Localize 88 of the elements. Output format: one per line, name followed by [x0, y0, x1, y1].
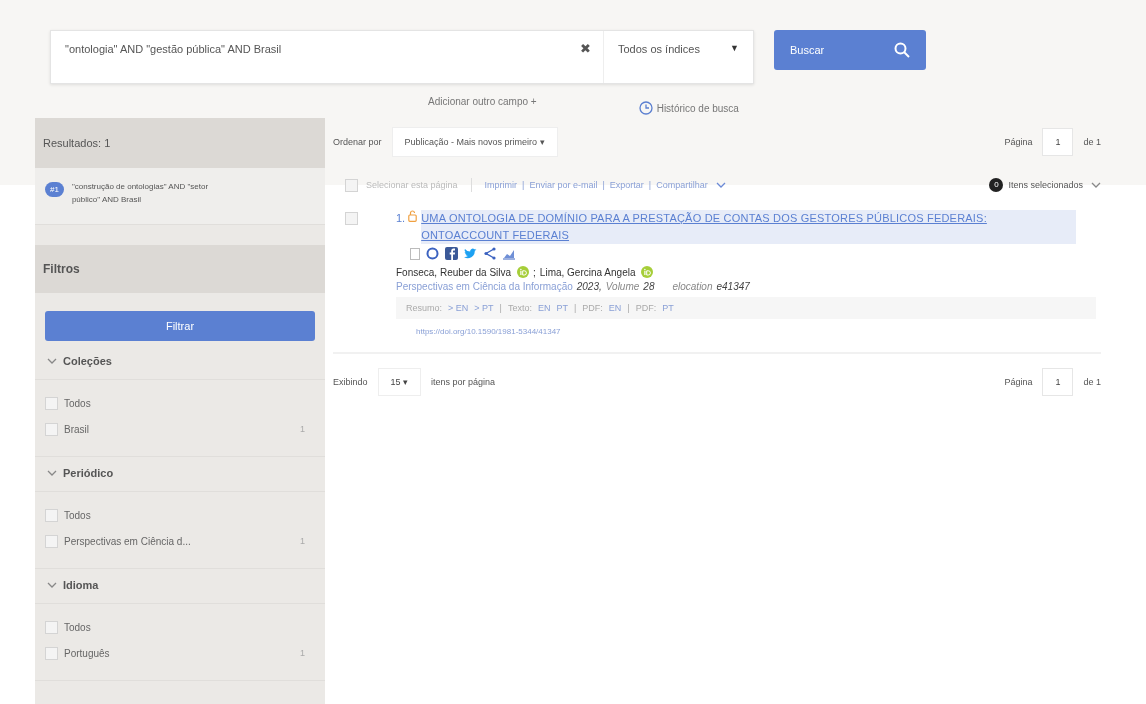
- sort-dropdown[interactable]: Publicação - Mais novos primeiro ▾: [391, 127, 558, 157]
- volume-number: 28: [643, 281, 655, 292]
- caret-icon: ▼: [730, 43, 739, 83]
- page-label: Página: [1004, 137, 1033, 147]
- action-link[interactable]: Enviar por e-mail: [529, 180, 598, 190]
- history-query: "construção de ontologias" AND "setor público" AND Brasil: [71, 181, 210, 206]
- doi-link[interactable]: https://doi.org/10.1590/1981-5344/41347: [416, 327, 1101, 336]
- circle-icon: [426, 247, 439, 260]
- volume-label: Volume: [605, 281, 640, 292]
- page-label: Página: [1004, 377, 1033, 387]
- checkbox[interactable]: [345, 178, 358, 192]
- result-number: 1.: [396, 211, 406, 226]
- separator: |: [627, 303, 630, 313]
- filter-group-header[interactable]: Idioma: [35, 569, 325, 604]
- search-button[interactable]: Buscar: [774, 30, 926, 70]
- filter-option[interactable]: Todos: [64, 621, 315, 633]
- clock-icon: [638, 101, 653, 115]
- search-icon: [894, 42, 910, 58]
- per-page-label: itens por página: [431, 377, 496, 387]
- checkbox[interactable]: [45, 534, 58, 548]
- separator: |: [573, 303, 577, 313]
- selected-items-label[interactable]: Itens selecionados: [1008, 180, 1083, 190]
- separator: ;: [533, 266, 536, 278]
- facebook-icon: [445, 247, 458, 260]
- format-label: PDF:: [582, 303, 603, 313]
- elocation-value: e41347: [716, 281, 750, 292]
- format-label: PDF:: [635, 303, 657, 313]
- open-lock-icon: [408, 210, 418, 222]
- history-link[interactable]: Histórico de busca: [638, 96, 739, 120]
- publication-year: 2023,: [576, 281, 602, 292]
- query-badge: #1: [45, 182, 64, 197]
- per-page-dropdown[interactable]: 15 ▾: [377, 368, 422, 396]
- orcid-icon: [641, 266, 654, 278]
- filter-option[interactable]: Brasil: [64, 423, 294, 435]
- filter-option[interactable]: Todos: [64, 397, 315, 409]
- share-icon: [483, 247, 496, 260]
- language-link[interactable]: EN: [608, 303, 622, 313]
- page-total: de 1: [1083, 137, 1101, 147]
- option-count: 1: [300, 536, 305, 546]
- orcid-icon: [517, 266, 530, 278]
- action-link[interactable]: Exportar: [609, 180, 644, 190]
- history-item[interactable]: #1 "construção de ontologias" AND "setor público" AND Brasil: [35, 168, 325, 225]
- sort-label: Ordenar por: [333, 137, 382, 147]
- journal-link[interactable]: Perspectivas em Ciência da Informação: [396, 281, 573, 292]
- chevron-icon: [715, 181, 726, 189]
- format-label: Texto:: [507, 303, 532, 313]
- index-dropdown[interactable]: Todos os índices ▼: [603, 31, 753, 83]
- add-field-link[interactable]: Adicionar outro campo +: [428, 96, 537, 120]
- format-label: Resumo:: [406, 303, 442, 313]
- selected-count-badge: 0: [989, 178, 1004, 192]
- separator: |: [522, 180, 525, 190]
- checkbox[interactable]: [45, 646, 58, 660]
- action-link[interactable]: Imprimir: [484, 180, 518, 190]
- filter-option[interactable]: Todos: [64, 509, 315, 521]
- separator: |: [499, 303, 502, 313]
- checkbox[interactable]: [45, 396, 58, 410]
- page-field[interactable]: 1: [1042, 128, 1074, 156]
- checkbox[interactable]: [45, 508, 58, 522]
- result-title-link[interactable]: UMA ONTOLOGIA DE DOMÍNIO PARA A PRESTAÇÃO DE CONTAS DOS GESTORES PÚBLICOS FEDERAIS: ONTOACCOUNT FEDERAIS: [421, 210, 1076, 244]
- separator: |: [648, 180, 652, 190]
- elocation-label: elocation: [672, 281, 713, 292]
- action-link[interactable]: Compartilhar: [656, 180, 708, 190]
- show-label: Exibindo: [333, 377, 368, 387]
- filter-option[interactable]: Português: [64, 647, 294, 659]
- results-count: Resultados: 1: [35, 118, 325, 168]
- checkbox[interactable]: [45, 422, 58, 436]
- page-field[interactable]: 1: [1042, 368, 1074, 396]
- language-link[interactable]: > EN: [448, 303, 469, 313]
- page-total: de 1: [1083, 377, 1101, 387]
- filter-option[interactable]: Perspectivas em Ciência d...: [64, 535, 294, 547]
- document-icon: [410, 247, 420, 260]
- checkbox[interactable]: [345, 212, 358, 225]
- author-name: Fonseca, Reuber da Silva: [396, 266, 512, 278]
- clear-button[interactable]: ✖: [568, 31, 603, 56]
- filter-group-header[interactable]: Coleções: [35, 345, 325, 380]
- language-link[interactable]: PT: [556, 303, 568, 313]
- separator: |: [602, 180, 605, 190]
- option-count: 1: [300, 424, 305, 434]
- filter-button[interactable]: Filtrar: [45, 311, 315, 341]
- chevron-icon: [1091, 181, 1101, 189]
- checkbox[interactable]: [45, 620, 58, 634]
- option-count: 1: [300, 648, 305, 658]
- filters-title: Filtros: [35, 245, 325, 293]
- filter-group-header[interactable]: Periódico: [35, 457, 325, 492]
- search-field[interactable]: "ontologia" AND "gestão pública" AND Brasil ✖ Todos os índices ▼: [50, 30, 754, 84]
- language-link[interactable]: > PT: [474, 303, 494, 313]
- author-name: Lima, Gercina Angela: [539, 266, 636, 278]
- bird-icon: [464, 248, 477, 259]
